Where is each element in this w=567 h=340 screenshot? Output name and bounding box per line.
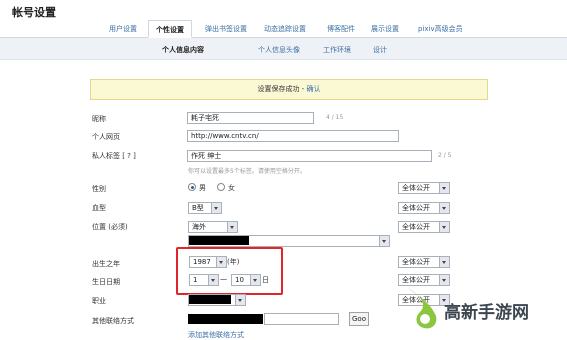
tab-popup-bookmark[interactable]: 弹出书签设置 [205,24,247,34]
nickname-label: 昵称 [92,115,106,123]
location-privacy-select[interactable]: 全体公开 [398,221,450,233]
chevron-down-icon [211,203,221,213]
chevron-down-icon [439,183,449,193]
blood-value: B型 [192,204,204,212]
gender-privacy-value: 全体公开 [402,184,430,192]
watermark-text: 高新手游网 [444,303,529,323]
notice-confirm-link[interactable]: 确认 [307,85,321,93]
birth-year-privacy-value: 全体公开 [402,258,430,266]
blood-privacy-select[interactable]: 全体公开 [398,202,450,214]
tags-input[interactable]: 作死 绅士 [187,150,432,162]
tab-personal-settings[interactable]: 个性设置 [148,20,192,38]
add-contact-link[interactable]: 添加其他联络方式 [188,330,244,340]
sub-navigation: 个人信息内容 个人信息头像 工作环境 设计 [0,38,567,60]
location-privacy-value: 全体公开 [402,223,430,231]
page-title: 帐号设置 [12,6,56,19]
subnav-design[interactable]: 设计 [373,45,387,55]
homepage-label: 个人网页 [92,133,120,141]
chevron-down-icon [227,222,237,232]
subnav-profile-avatar[interactable]: 个人信息头像 [258,45,300,55]
site-watermark: 高新手游网 [400,280,567,338]
contact-input[interactable] [264,313,339,325]
main-tabs: 用户设置 个性设置 弹出书签设置 动态追踪设置 博客配件 展示设置 pixiv高… [0,20,567,38]
watermark-logo-icon [408,288,437,329]
subnav-profile-content[interactable]: 个人信息内容 [162,45,204,55]
chevron-down-icon [439,257,449,267]
tab-blog-parts[interactable]: 博客配件 [327,24,355,34]
job-label: 职业 [92,297,106,305]
gender-female-label: 女 [228,184,235,192]
nickname-input[interactable]: 耗子宅死 [187,112,314,124]
redacted-region [189,236,249,245]
subnav-work-environment[interactable]: 工作环境 [323,45,351,55]
gender-privacy-select[interactable]: 全体公开 [398,182,450,194]
chevron-down-icon [235,295,245,305]
tags-hint: 你可以设置最多5个标签。请使用空格分开。 [188,168,306,175]
contact-label: 其他联络方式 [92,317,134,325]
blood-privacy-value: 全体公开 [402,204,430,212]
chevron-down-icon [439,203,449,213]
chevron-down-icon [439,222,449,232]
birthday-label: 生日日期 [92,278,120,286]
redacted-job [189,295,231,304]
birthday-highlight-box [176,247,283,295]
nickname-counter: 4 / 15 [326,114,344,121]
tab-user-settings[interactable]: 用户设置 [109,24,137,34]
notice-text: 设置保存成功 - [257,85,305,93]
chevron-down-icon [379,236,389,246]
save-success-notice: 设置保存成功 - 确认 [90,79,488,100]
redacted-contact [188,314,263,324]
blood-select[interactable]: B型 [188,202,222,214]
birth-year-privacy-select[interactable]: 全体公开 [398,256,450,268]
birth-year-label: 出生之年 [92,260,120,268]
tab-premium[interactable]: pixiv高级会员 [418,24,463,34]
homepage-input[interactable]: http://www.cntv.cn/ [187,130,399,142]
tags-counter: 2 / 5 [438,152,452,159]
location-country-value: 海外 [192,223,206,231]
tags-label: 私人标签 [ ? ] [92,152,136,160]
contact-service-button[interactable]: Goo [349,312,369,326]
blood-label: 血型 [92,204,106,212]
location-label: 位置 (必须) [92,223,128,231]
gender-male-radio[interactable] [188,183,196,191]
gender-label: 性别 [92,185,106,193]
tab-display[interactable]: 展示设置 [371,24,399,34]
gender-female-radio[interactable] [217,183,225,191]
tab-tracking[interactable]: 动态追踪设置 [264,24,306,34]
location-country-select[interactable]: 海外 [188,221,238,233]
gender-male-label: 男 [199,184,206,192]
